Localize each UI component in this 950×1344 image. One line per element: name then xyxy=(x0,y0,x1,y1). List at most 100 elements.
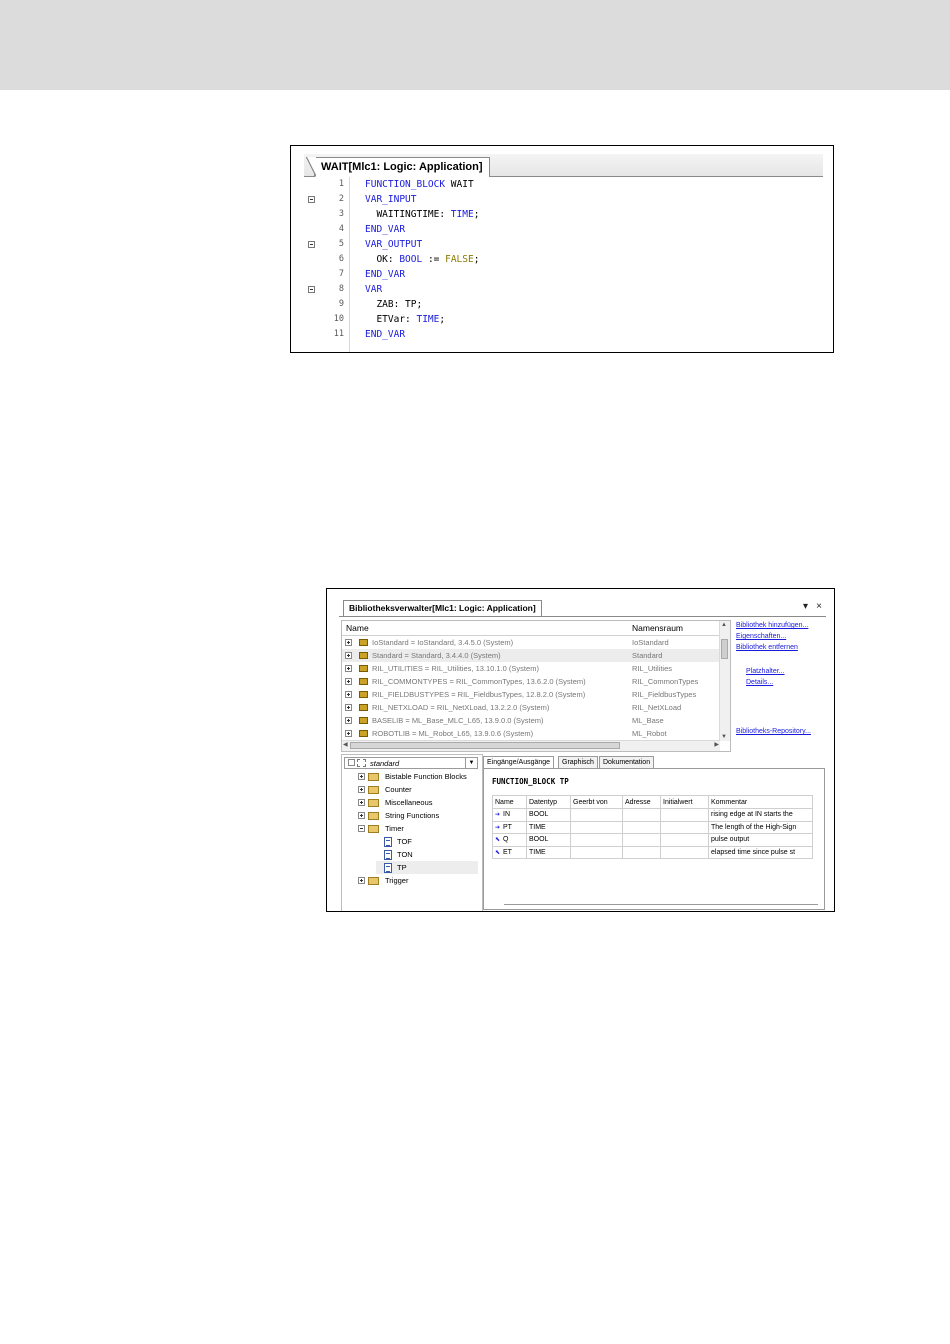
libmanager-tab[interactable]: Bibliotheksverwalter[Mlc1: Logic: Applic… xyxy=(343,600,542,616)
tree-pou[interactable]: TOF xyxy=(376,835,478,848)
scroll-down-icon[interactable]: ▼ xyxy=(721,734,727,740)
code-line[interactable]: 7 END_VAR xyxy=(304,267,823,282)
tree-node-label: TON xyxy=(397,850,413,859)
io-column-header[interactable]: Datentyp xyxy=(526,795,571,809)
io-column-header[interactable]: Name xyxy=(492,795,527,809)
library-row[interactable]: ROBOTLIB = ML_Robot_L65, 13.9.0.6 (Syste… xyxy=(342,727,720,740)
hscroll-thumb[interactable] xyxy=(350,742,620,749)
scroll-right-icon[interactable]: ▶ xyxy=(714,741,719,748)
code-line[interactable]: 2 VAR_INPUT xyxy=(304,192,823,207)
detail-hscrollbar[interactable] xyxy=(504,904,818,909)
library-row[interactable]: IoStandard = IoStandard, 3.4.5.0 (System… xyxy=(342,636,720,649)
io-initial-cell xyxy=(660,808,709,822)
io-row[interactable]: ⬉ Q BOOL pulse output xyxy=(492,833,813,847)
code-token: ; xyxy=(473,254,480,265)
io-row[interactable]: ➔ IN BOOL rising edge at IN starts the xyxy=(492,808,813,822)
tree-folder[interactable]: Miscellaneous xyxy=(358,796,478,809)
add-library-link[interactable]: Bibliothek hinzufügen... xyxy=(736,622,808,629)
library-row[interactable]: BASELIB = ML_Base_MLC_L65, 13.9.0.0 (Sys… xyxy=(342,714,720,727)
expand-icon[interactable] xyxy=(345,717,352,724)
code-line[interactable]: 9 ZAB: TP; xyxy=(304,297,823,312)
code-text: VAR_INPUT xyxy=(365,192,416,207)
code-token: TIME xyxy=(450,209,474,220)
io-initial-cell xyxy=(660,820,709,834)
io-name-cell: ⬉ Q xyxy=(492,833,527,847)
scroll-up-icon[interactable]: ▲ xyxy=(721,622,727,628)
code-line[interactable]: 8 VAR xyxy=(304,282,823,297)
code-line[interactable]: 5 VAR_OUTPUT xyxy=(304,237,823,252)
code-line[interactable]: 3 WAITINGTIME: TIME; xyxy=(304,207,823,222)
column-header-name[interactable]: Name xyxy=(346,621,369,635)
close-icon[interactable]: × xyxy=(816,601,822,612)
library-icon xyxy=(359,691,368,698)
details-link[interactable]: Details... xyxy=(746,679,773,686)
code-text: FUNCTION_BLOCK WAIT xyxy=(365,177,474,192)
code-token: WAITINGTIME: xyxy=(365,209,451,220)
io-comment-cell: elapsed time since pulse st xyxy=(708,845,813,859)
line-number: 1 xyxy=(338,179,344,189)
collapse-icon[interactable] xyxy=(358,825,365,832)
io-column-header[interactable]: Kommentar xyxy=(708,795,813,809)
code-line[interactable]: 1 FUNCTION_BLOCK WAIT xyxy=(304,177,823,192)
code-token: END_VAR xyxy=(365,224,406,235)
expand-icon[interactable] xyxy=(358,812,365,819)
expand-icon[interactable] xyxy=(345,691,352,698)
code-text: END_VAR xyxy=(365,222,405,237)
scroll-left-icon[interactable]: ◀ xyxy=(343,741,348,748)
tree-node-label: TOF xyxy=(397,837,412,846)
io-column-header[interactable]: Adresse xyxy=(622,795,661,809)
io-row[interactable]: ➔ PT TIME The length of the High-Sign xyxy=(492,820,813,834)
expand-icon[interactable] xyxy=(358,773,365,780)
library-row[interactable]: RIL_FIELDBUSTYPES = RIL_FieldbusTypes, 1… xyxy=(342,688,720,701)
library-list-vscrollbar[interactable]: ▲ ▼ xyxy=(719,621,730,741)
code-line[interactable]: 10 ETVar: TIME; xyxy=(304,312,823,327)
column-header-namespace[interactable]: Namensraum xyxy=(632,621,683,635)
code-area[interactable]: 1 FUNCTION_BLOCK WAIT 2 VAR_INPUT 3 WAITINGT… xyxy=(304,177,823,352)
code-text: END_VAR xyxy=(365,327,405,342)
io-column-header[interactable]: Initialwert xyxy=(660,795,709,809)
chevron-down-icon[interactable]: ▼ xyxy=(465,758,477,768)
tree-folder[interactable]: Timer xyxy=(358,822,478,835)
expand-icon[interactable] xyxy=(345,704,352,711)
tree-folder[interactable]: Counter xyxy=(358,783,478,796)
tree-pou[interactable]: TON xyxy=(376,848,478,861)
code-text: WAITINGTIME: TIME; xyxy=(365,207,479,222)
expand-icon[interactable] xyxy=(345,678,352,685)
expand-icon[interactable] xyxy=(358,799,365,806)
library-row[interactable]: RIL_UTILITIES = RIL_Utilities, 13.10.1.0… xyxy=(342,662,720,675)
expand-icon[interactable] xyxy=(345,652,352,659)
code-line[interactable]: 11 END_VAR xyxy=(304,327,823,342)
library-icon xyxy=(359,678,368,685)
io-row[interactable]: ⬉ ET TIME elapsed time since pulse st xyxy=(492,845,813,859)
code-token: FUNCTION_BLOCK xyxy=(365,179,451,190)
library-selector[interactable]: standard ▼ xyxy=(344,757,478,769)
placeholder-link[interactable]: Platzhalter... xyxy=(746,668,785,675)
code-line[interactable]: 4 END_VAR xyxy=(304,222,823,237)
library-repository-link[interactable]: Bibliotheks-Repository... xyxy=(736,728,811,735)
library-name: IoStandard = IoStandard, 3.4.5.0 (System… xyxy=(372,638,514,647)
io-name: IN xyxy=(503,811,510,819)
code-token: ETVar: xyxy=(365,314,417,325)
properties-link[interactable]: Eigenschaften... xyxy=(736,633,786,640)
expand-icon[interactable] xyxy=(358,877,365,884)
expand-icon[interactable] xyxy=(345,665,352,672)
expand-icon[interactable] xyxy=(345,730,352,737)
code-line[interactable]: 6 OK: BOOL := FALSE; xyxy=(304,252,823,267)
library-row[interactable]: RIL_NETXLOAD = RIL_NetXLoad, 13.2.2.0 (S… xyxy=(342,701,720,714)
expand-icon[interactable] xyxy=(358,786,365,793)
function-block-icon xyxy=(384,837,392,847)
library-list-hscrollbar[interactable]: ◀ ▶ xyxy=(342,740,720,751)
tree-folder[interactable]: Bistable Function Blocks xyxy=(358,770,478,783)
window-menu-icon[interactable]: ▾ xyxy=(803,601,808,612)
tree-folder[interactable]: Trigger xyxy=(358,874,478,887)
library-row[interactable]: Standard = Standard, 3.4.4.0 (System) Sta… xyxy=(342,649,720,662)
editor-tab[interactable]: WAIT[Mlc1: Logic: Application] xyxy=(306,157,490,177)
remove-library-link[interactable]: Bibliothek entfernen xyxy=(736,644,798,651)
io-column-header[interactable]: Geerbt von xyxy=(570,795,623,809)
tree-pou[interactable]: TP xyxy=(376,861,478,874)
library-row[interactable]: RIL_COMMONTYPES = RIL_CommonTypes, 13.6.… xyxy=(342,675,720,688)
tree-folder[interactable]: String Functions xyxy=(358,809,478,822)
vscroll-thumb[interactable] xyxy=(721,639,728,659)
collapse-icon[interactable] xyxy=(348,759,355,766)
expand-icon[interactable] xyxy=(345,639,352,646)
